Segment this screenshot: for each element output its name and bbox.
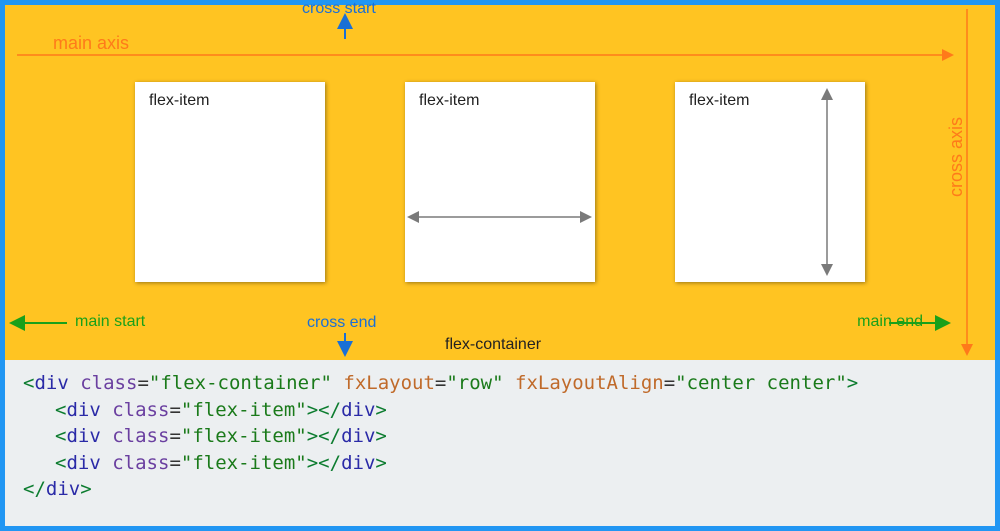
cross-start-label: cross start [302,0,376,18]
flex-container-diagram: main axis cross axis cross start cross e… [5,5,995,360]
outer-frame: main axis cross axis cross start cross e… [5,5,995,526]
cross-end-label: cross end [307,314,376,332]
code-snippet: <div class="flex-container" fxLayout="ro… [5,360,995,526]
flex-item-box: flex-item [135,82,325,282]
flex-item-box: flex-item [405,82,595,282]
flex-item-label: flex-item [419,92,479,109]
cross-axis-label: cross axis [946,117,967,197]
main-end-label: main end [857,313,923,331]
flex-container-label: flex-container [445,336,541,354]
main-axis-label: main axis [53,33,129,54]
flex-item-box: flex-item [675,82,865,282]
flex-item-label: flex-item [149,92,209,109]
flex-item-label: flex-item [689,92,749,109]
main-start-label: main start [75,313,145,331]
